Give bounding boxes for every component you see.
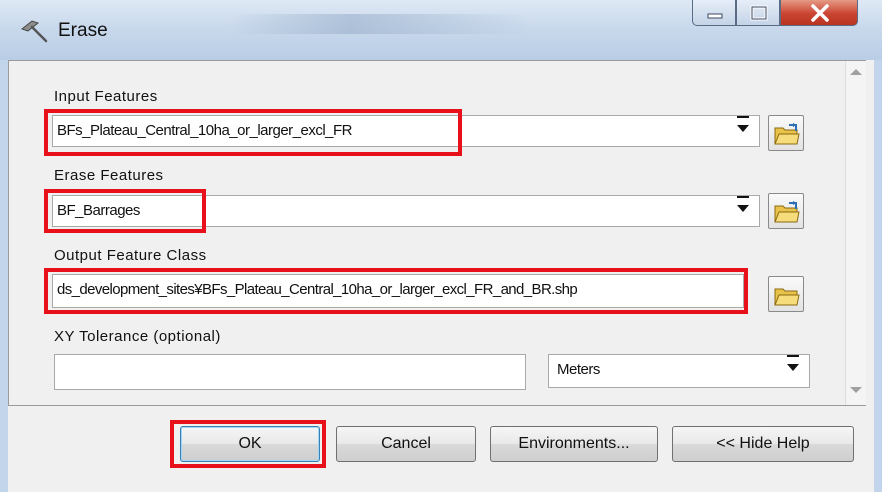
vertical-scrollbar[interactable] [845,61,866,405]
cancel-button[interactable]: Cancel [336,426,476,462]
minimize-button[interactable] [692,0,736,26]
title-bar-glass [230,14,530,34]
xy-tolerance-label: XY Tolerance (optional) [54,328,221,345]
erase-features-label: Erase Features [54,167,164,184]
window-frame-right [874,60,882,492]
chevron-down-icon[interactable] [737,196,749,212]
scroll-down-icon[interactable] [850,387,862,393]
folder-open-icon [774,288,800,306]
maximize-icon [750,5,768,21]
input-features-label: Input Features [54,88,158,105]
erase-tool-icon [20,20,48,43]
window-frame-left [0,60,8,492]
xy-tolerance-unit-select[interactable]: Meters [548,354,810,388]
chevron-down-icon[interactable] [787,355,799,371]
highlight-erase-features [44,189,206,233]
highlight-output-feature-class [44,268,748,314]
close-button[interactable] [780,0,858,26]
folder-open-icon [774,123,800,145]
output-feature-class-browse-button[interactable] [768,276,804,312]
output-feature-class-label: Output Feature Class [54,247,207,264]
hide-help-button[interactable]: << Hide Help [672,426,854,462]
maximize-button[interactable] [736,0,780,26]
erase-features-browse-button[interactable] [768,193,804,229]
environments-button[interactable]: Environments... [490,426,658,462]
title-bar: Erase [0,0,882,60]
close-icon [811,4,829,22]
scroll-up-icon[interactable] [850,69,862,75]
ok-button[interactable]: OK [180,426,320,462]
minimize-icon [707,13,723,19]
input-features-browse-button[interactable] [768,115,804,151]
window-title: Erase [58,20,108,41]
xy-tolerance-input[interactable] [54,354,526,390]
folder-open-icon [774,201,800,223]
highlight-input-features [44,109,462,156]
xy-tolerance-unit-value: Meters [557,361,600,378]
chevron-down-icon[interactable] [737,116,749,132]
